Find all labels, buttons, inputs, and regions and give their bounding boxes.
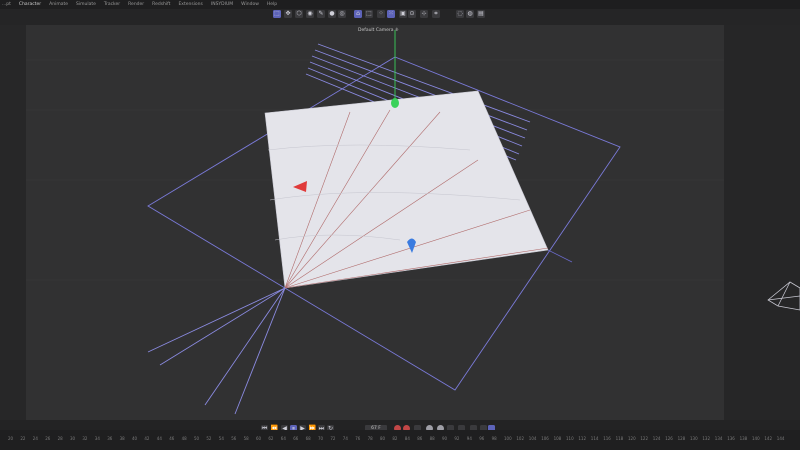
ruler-tick-label: 112 [578, 436, 587, 441]
ruler-tick-label: 64 [280, 436, 286, 441]
ruler-tick-label: 60 [256, 436, 262, 441]
y-axis-handle-icon[interactable] [391, 98, 399, 108]
ruler-tick-label: 34 [94, 436, 100, 441]
ruler-tick-label: 38 [119, 436, 125, 441]
ruler-tick-label: 140 [752, 436, 760, 441]
ruler-tick-label: 44 [156, 436, 162, 441]
ruler-tick-label: 90 [442, 436, 448, 441]
ruler-tick-label: 100 [504, 436, 512, 441]
ruler-tick-label: 114 [590, 436, 599, 441]
ruler-tick-label: 58 [243, 436, 249, 441]
ruler-tick-label: 28 [57, 436, 63, 441]
image-plane[interactable] [264, 90, 549, 289]
ruler-tick-label: 134 [714, 436, 723, 441]
ruler-tick-label: 30 [70, 436, 76, 441]
ruler-tick-label: 110 [566, 436, 574, 441]
ruler-tick-label: 108 [553, 436, 562, 441]
ruler-tick-label: 48 [181, 436, 187, 441]
ruler-tick-label: 122 [640, 436, 649, 441]
ruler-tick-label: 24 [32, 436, 38, 441]
ruler-tick-label: 36 [107, 436, 113, 441]
ruler-tick-label: 96 [479, 436, 485, 441]
ruler-tick-label: 86 [417, 436, 423, 441]
ruler-tick-label: 92 [454, 436, 460, 441]
ruler-tick-label: 102 [516, 436, 525, 441]
ruler-tick-label: 132 [702, 436, 711, 441]
playback-bar: ⏮ ⏪ ◀ ⏸ ▶ ⏩ ⏭ ↻ [0, 420, 800, 432]
ruler-tick-label: 118 [615, 436, 624, 441]
ruler-tick-label: 52 [206, 436, 212, 441]
ruler-tick-label: 124 [652, 436, 661, 441]
ruler-tick-label: 54 [218, 436, 224, 441]
ruler-tick-label: 94 [466, 436, 472, 441]
ruler-tick-label: 42 [144, 436, 150, 441]
ruler-tick-label: 130 [690, 436, 698, 441]
ruler-tick-label: 84 [404, 436, 410, 441]
ruler-tick-label: 126 [665, 436, 673, 441]
camera-object-icon[interactable] [767, 281, 800, 311]
ruler-tick-label: 26 [45, 436, 51, 441]
ruler-tick-label: 88 [429, 436, 435, 441]
ruler-tick-label: 46 [169, 436, 175, 441]
ruler-tick-label: 56 [231, 436, 237, 441]
ruler-tick-label: 98 [491, 436, 497, 441]
ruler-tick-label: 20 [8, 436, 14, 441]
ruler-tick-label: 62 [268, 436, 274, 441]
ruler-tick-label: 116 [603, 436, 611, 441]
ruler-tick-label: 144 [776, 436, 785, 441]
ruler-tick-label: 104 [528, 436, 537, 441]
ruler-tick-label: 32 [82, 436, 88, 441]
ruler-tick-label: 50 [194, 436, 200, 441]
ruler-tick-label: 80 [380, 436, 386, 441]
ruler-tick-label: 120 [628, 436, 636, 441]
ruler-tick-label: 78 [367, 436, 373, 441]
ruler-tick-label: 138 [739, 436, 748, 441]
ruler-tick-label: 74 [342, 436, 348, 441]
ruler-tick-label: 70 [318, 436, 324, 441]
ruler-tick-label: 72 [330, 436, 336, 441]
ruler-tick-label: 76 [355, 436, 361, 441]
ruler-tick-label: 82 [392, 436, 398, 441]
ruler-tick-label: 142 [764, 436, 773, 441]
ruler-tick-label: 128 [677, 436, 686, 441]
ruler-tick-label: 66 [293, 436, 299, 441]
camera-label: Default Camera ⁜ [358, 28, 399, 33]
ruler-tick-label: 22 [20, 436, 26, 441]
ruler-tick-label: 136 [727, 436, 735, 441]
camera-rays [147, 287, 286, 415]
ruler-tick-label: 68 [305, 436, 311, 441]
ruler-tick-label: 40 [132, 436, 138, 441]
ruler-tick-label: 106 [541, 436, 549, 441]
viewport-scene[interactable] [0, 0, 800, 450]
